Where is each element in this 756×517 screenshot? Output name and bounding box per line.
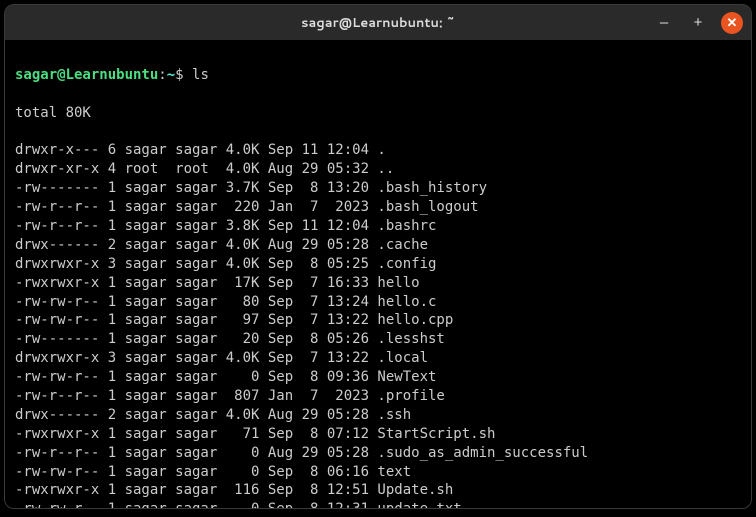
list-item: drwxrwxr-x 3 sagar sagar 4.0K Sep 7 13:2… [15, 349, 741, 368]
list-item: drwx------ 2 sagar sagar 4.0K Aug 29 05:… [15, 236, 741, 255]
list-item: -rw-rw-r-- 1 sagar sagar 0 Sep 8 12:31 u… [15, 500, 741, 509]
minimize-button[interactable]: – [653, 12, 675, 34]
list-item: -rw-r--r-- 1 sagar sagar 220 Jan 7 2023 … [15, 198, 741, 217]
list-item: -rwxrwxr-x 1 sagar sagar 17K Sep 7 16:33… [15, 274, 741, 293]
titlebar: sagar@Learnubuntu: ~ – + ✕ [5, 5, 751, 41]
terminal-body[interactable]: sagar@Learnubuntu:~$ ls total 80K drwxr-… [5, 41, 751, 508]
list-item: drwxrwxr-x 3 sagar sagar 4.0K Sep 8 05:2… [15, 255, 741, 274]
list-item: -rw------- 1 sagar sagar 20 Sep 8 05:26 … [15, 330, 741, 349]
window-title: sagar@Learnubuntu: ~ [301, 14, 455, 32]
list-item: -rw-r--r-- 1 sagar sagar 807 Jan 7 2023 … [15, 387, 741, 406]
terminal-window: sagar@Learnubuntu: ~ – + ✕ sagar@Learnub… [4, 4, 752, 509]
window-controls: – + ✕ [653, 12, 743, 34]
list-item: -rwxrwxr-x 1 sagar sagar 116 Sep 8 12:51… [15, 481, 741, 500]
list-item: -rw-rw-r-- 1 sagar sagar 80 Sep 7 13:24 … [15, 293, 741, 312]
list-item: drwxr-xr-x 4 root root 4.0K Aug 29 05:32… [15, 160, 741, 179]
list-item: -rw-r--r-- 1 sagar sagar 0 Aug 29 05:28 … [15, 444, 741, 463]
command-text: ls [192, 67, 209, 83]
list-item: drwxr-x--- 6 sagar sagar 4.0K Sep 11 12:… [15, 141, 741, 160]
prompt-line: sagar@Learnubuntu:~$ ls [15, 66, 741, 85]
prompt-dollar: $ [175, 67, 183, 83]
list-item: -rw-rw-r-- 1 sagar sagar 97 Sep 7 13:22 … [15, 311, 741, 330]
close-button[interactable]: ✕ [721, 12, 743, 34]
file-listing: drwxr-x--- 6 sagar sagar 4.0K Sep 11 12:… [15, 141, 741, 509]
list-item: -rw-r--r-- 1 sagar sagar 3.8K Sep 11 12:… [15, 217, 741, 236]
total-line: total 80K [15, 104, 741, 123]
maximize-button[interactable]: + [687, 12, 709, 34]
list-item: -rw-rw-r-- 1 sagar sagar 0 Sep 8 06:16 t… [15, 463, 741, 482]
prompt-user-host: sagar@Learnubuntu [15, 67, 158, 83]
list-item: -rw------- 1 sagar sagar 3.7K Sep 8 13:2… [15, 179, 741, 198]
prompt-path: ~ [167, 67, 175, 83]
list-item: -rwxrwxr-x 1 sagar sagar 71 Sep 8 07:12 … [15, 425, 741, 444]
list-item: drwx------ 2 sagar sagar 4.0K Aug 29 05:… [15, 406, 741, 425]
list-item: -rw-rw-r-- 1 sagar sagar 0 Sep 8 09:36 N… [15, 368, 741, 387]
